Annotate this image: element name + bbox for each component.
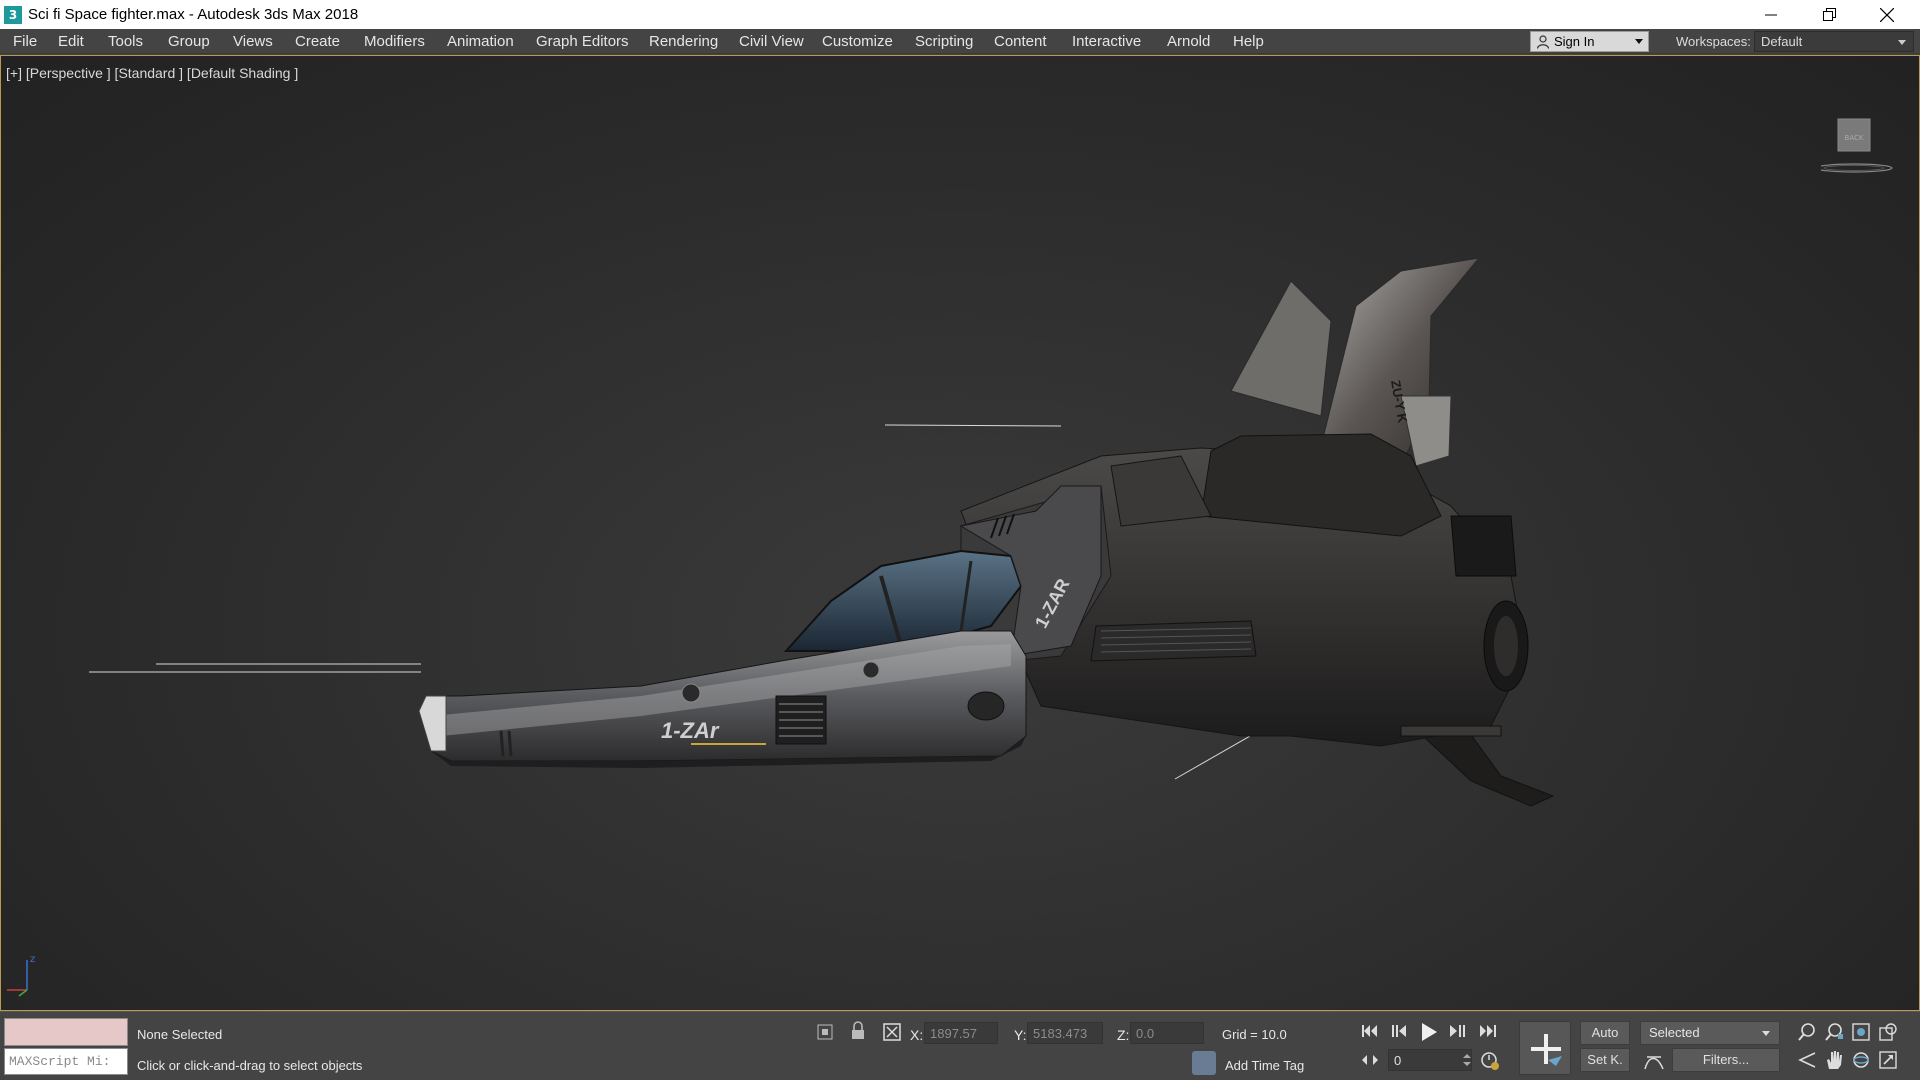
set-key-button[interactable] — [1519, 1021, 1571, 1075]
menu-content[interactable]: Content — [994, 33, 1047, 50]
key-filters-button[interactable]: Filters... — [1672, 1048, 1780, 1072]
chevron-down-icon — [1635, 39, 1643, 44]
close-button[interactable] — [1858, 0, 1916, 29]
lock-icon[interactable] — [850, 1021, 866, 1041]
grid-size: Grid = 10.0 — [1222, 1027, 1287, 1042]
selection-status: None Selected — [137, 1027, 223, 1042]
time-configuration-arrows-icon[interactable] — [1360, 1052, 1380, 1068]
workspace-value: Default — [1761, 34, 1803, 49]
key-tangent-icon[interactable] — [1643, 1051, 1665, 1073]
window-title: Sci fi Space fighter.max - Autodesk 3ds … — [28, 6, 359, 23]
go-to-start-icon[interactable] — [1360, 1021, 1380, 1041]
z-coordinate-label: Z: — [1117, 1027, 1130, 1043]
maximize-viewport-icon[interactable] — [1878, 1050, 1898, 1070]
workspaces-dropdown[interactable]: Default — [1754, 31, 1914, 52]
menu-scripting[interactable]: Scripting — [915, 33, 973, 50]
sign-in-label: Sign In — [1554, 34, 1595, 49]
user-icon — [1537, 34, 1549, 49]
perspective-viewport[interactable]: [+] [Perspective ] [Standard ] [Default … — [0, 55, 1920, 1011]
add-time-tag[interactable]: Add Time Tag — [1225, 1058, 1304, 1073]
y-coordinate-field[interactable]: 5183.473 — [1027, 1022, 1103, 1044]
maxscript-listener-output[interactable] — [4, 1018, 128, 1046]
key-plus-icon — [1531, 1034, 1562, 1066]
minimize-icon — [1765, 14, 1777, 15]
isolate-selection-icon[interactable] — [815, 1022, 835, 1042]
axis-tripod-icon: z — [7, 954, 35, 997]
key-filter-dropdown[interactable]: Selected — [1640, 1021, 1780, 1045]
menu-tools[interactable]: Tools — [108, 33, 143, 50]
menu-graph-editors[interactable]: Graph Editors — [536, 33, 629, 50]
y-coordinate-label: Y: — [1014, 1027, 1027, 1043]
z-coordinate-field[interactable]: 0.0 — [1130, 1022, 1204, 1044]
workspaces-label: Workspaces: — [1676, 34, 1751, 49]
set-key-mode-button[interactable]: Set K. — [1580, 1048, 1630, 1072]
app-icon: 3 — [4, 5, 22, 24]
menu-group[interactable]: Group — [168, 33, 210, 50]
orbit-icon[interactable] — [1851, 1050, 1871, 1070]
zoom-extents-icon[interactable] — [1851, 1022, 1871, 1042]
zoom-all-icon[interactable] — [1824, 1022, 1844, 1042]
time-configuration-icon[interactable] — [1480, 1051, 1500, 1071]
menu-rendering[interactable]: Rendering — [649, 33, 718, 50]
x-coordinate-label: X: — [910, 1027, 924, 1043]
chevron-down-icon — [1762, 1031, 1770, 1036]
menu-help[interactable]: Help — [1233, 33, 1264, 50]
x-coordinate-field[interactable]: 1897.57 — [924, 1022, 998, 1044]
go-to-end-icon[interactable] — [1477, 1021, 1497, 1041]
play-icon[interactable] — [1418, 1021, 1440, 1043]
auto-key-button[interactable]: Auto — [1580, 1021, 1630, 1045]
pan-hand-icon[interactable] — [1824, 1049, 1844, 1071]
zoom-extents-all-icon[interactable] — [1878, 1022, 1898, 1042]
sign-in-dropdown[interactable]: Sign In — [1530, 31, 1649, 52]
menu-create[interactable]: Create — [295, 33, 340, 50]
spinner-icon[interactable] — [1463, 1053, 1471, 1067]
menu-civil-view[interactable]: Civil View — [739, 33, 804, 50]
menu-customize[interactable]: Customize — [822, 33, 893, 50]
minimize-button[interactable] — [1742, 0, 1800, 29]
key-filter-value: Selected — [1649, 1025, 1700, 1040]
menu-interactive[interactable]: Interactive — [1072, 33, 1141, 50]
current-frame-field[interactable]: 0 — [1388, 1049, 1472, 1071]
field-of-view-icon[interactable] — [1797, 1050, 1817, 1070]
next-frame-icon[interactable] — [1447, 1021, 1467, 1041]
maxscript-input[interactable]: MAXScript Mi: — [4, 1048, 128, 1075]
status-bar: MAXScript Mi: None Selected Click or cli… — [0, 1011, 1920, 1080]
axis-z-label: z — [30, 954, 35, 965]
restore-icon — [1822, 8, 1836, 21]
zoom-icon[interactable] — [1797, 1022, 1817, 1042]
time-tag-icon[interactable] — [1192, 1051, 1216, 1075]
menu-modifiers[interactable]: Modifiers — [364, 33, 425, 50]
menu-animation[interactable]: Animation — [447, 33, 514, 50]
menu-edit[interactable]: Edit — [58, 33, 84, 50]
restore-button[interactable] — [1800, 0, 1858, 29]
absolute-mode-icon[interactable] — [882, 1022, 902, 1042]
close-icon — [1880, 7, 1894, 22]
title-bar: 3 Sci fi Space fighter.max - Autodesk 3d… — [0, 0, 1920, 29]
menu-file[interactable]: File — [13, 33, 37, 50]
previous-frame-icon[interactable] — [1389, 1021, 1409, 1041]
hull-marking-nose: 1-ZAr — [661, 718, 720, 743]
spaceship-model[interactable]: 1-ZAR 1-ZAr ZU-Y K — [1, 56, 1919, 1011]
menu-views[interactable]: Views — [233, 33, 273, 50]
menu-arnold[interactable]: Arnold — [1167, 33, 1210, 50]
prompt-line: Click or click-and-drag to select object… — [137, 1058, 363, 1073]
chevron-down-icon — [1898, 40, 1906, 45]
